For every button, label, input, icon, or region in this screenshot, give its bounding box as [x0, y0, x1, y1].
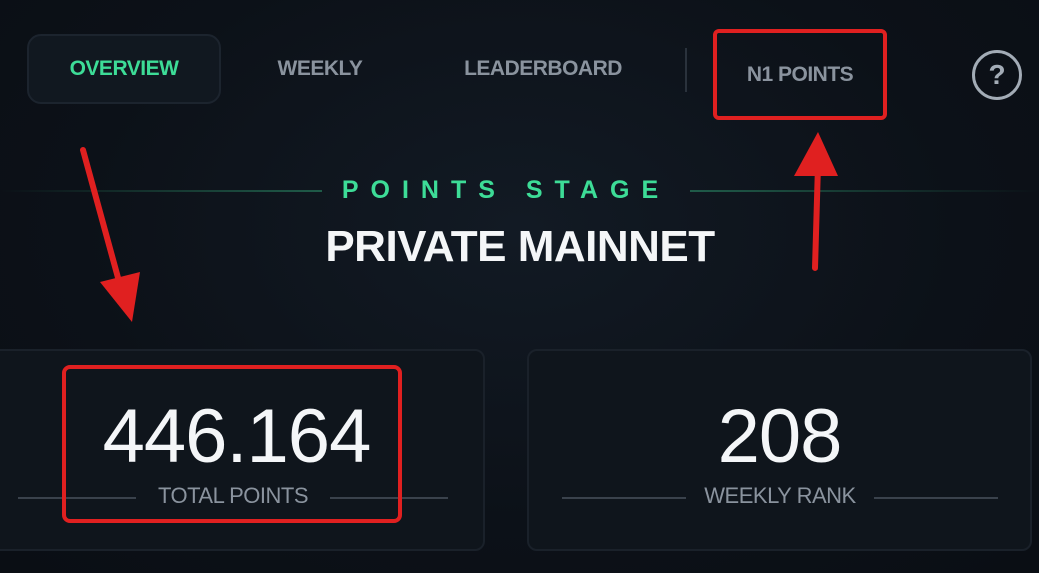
- stage-title: PRIVATE MAINNET: [325, 222, 715, 271]
- tab-overview[interactable]: OVERVIEW: [27, 34, 221, 104]
- weekly-rank-label: WEEKLY RANK: [704, 483, 856, 508]
- tab-n1-points[interactable]: N1 POINTS: [717, 33, 883, 116]
- total-points-highlight-box: [62, 365, 402, 523]
- tab-weekly[interactable]: WEEKLY: [262, 34, 378, 104]
- arrow-down-icon: [80, 147, 140, 322]
- question-circle-icon[interactable]: ?: [972, 50, 1022, 100]
- weekly-rank-rule-right: [874, 497, 998, 499]
- nav-divider: [685, 48, 687, 92]
- weekly-rank-rule-left: [562, 497, 686, 499]
- points-dashboard: OVERVIEW WEEKLY LEADERBOARD N1 POINTS ? …: [0, 0, 1039, 573]
- stage-eyebrow: POINTS STAGE: [341, 176, 671, 204]
- weekly-rank-value: 208: [717, 394, 843, 479]
- tab-leaderboard[interactable]: LEADERBOARD: [442, 34, 644, 104]
- weekly-rank-card: 208: [527, 349, 1032, 551]
- stage-divider-left: [0, 190, 322, 192]
- n1-points-highlight-box: N1 POINTS: [713, 29, 887, 120]
- stage-divider-right: [690, 190, 1039, 192]
